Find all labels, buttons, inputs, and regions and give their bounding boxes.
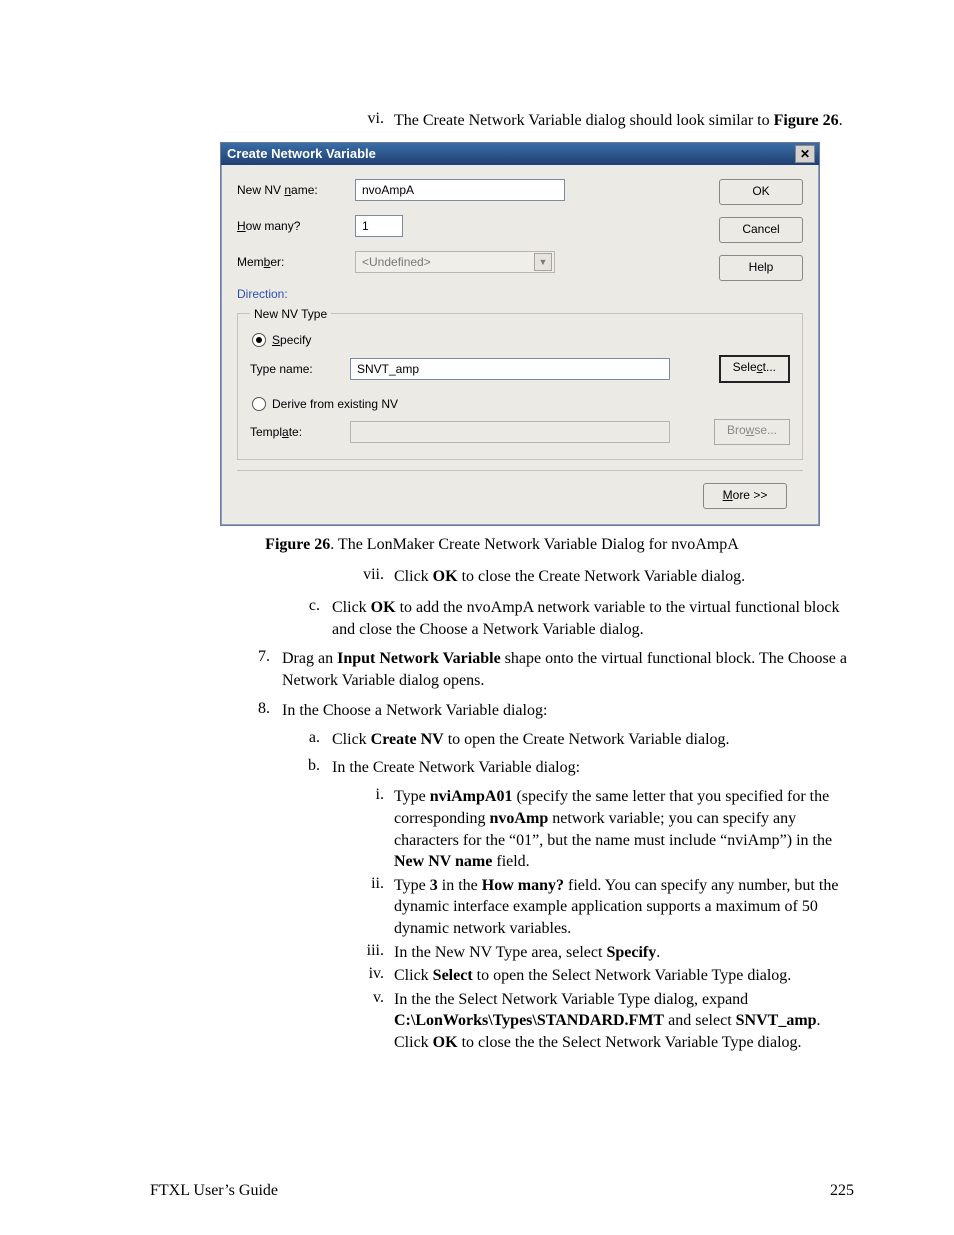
how-many-input[interactable] [355, 215, 403, 237]
create-nv-dialog: Create Network Variable ✕ OK Cancel Help… [220, 142, 820, 526]
figure-caption: Figure 26. The LonMaker Create Network V… [150, 536, 854, 554]
label-type-name: Type name: [250, 362, 350, 376]
new-nv-type-group: New NV Type Specify Type name: Select...… [237, 307, 803, 460]
body-text: In the Create Network Variable dialog: [332, 757, 854, 779]
roman-marker: iv. [350, 965, 384, 987]
body-text: Click OK to add the nvoAmpA network vari… [332, 597, 854, 640]
body-text: Type 3 in the How many? field. You can s… [394, 875, 854, 940]
roman-marker: vi. [350, 110, 384, 132]
cancel-button[interactable]: Cancel [719, 217, 803, 243]
label-direction: Direction: [237, 287, 355, 301]
roman-marker: i. [350, 786, 384, 872]
roman-marker: vii. [350, 566, 384, 588]
help-button[interactable]: Help [719, 255, 803, 281]
group-legend: New NV Type [250, 307, 331, 321]
member-select[interactable]: <Undefined> ▼ [355, 251, 555, 273]
template-input [350, 421, 670, 443]
roman-marker: ii. [350, 875, 384, 940]
alpha-marker: b. [300, 757, 320, 779]
new-nv-name-input[interactable] [355, 179, 565, 201]
roman-marker: v. [350, 989, 384, 1054]
radio-icon [252, 397, 266, 411]
body-text: In the the Select Network Variable Type … [394, 989, 854, 1054]
radio-derive[interactable]: Derive from existing NV [252, 397, 790, 411]
body-text: In the Choose a Network Variable dialog: [282, 700, 854, 722]
chevron-down-icon: ▼ [534, 253, 552, 271]
dialog-title: Create Network Variable [227, 146, 376, 161]
roman-marker: iii. [350, 942, 384, 964]
body-text: Click Create NV to open the Create Netwo… [332, 729, 854, 751]
alpha-marker: c. [300, 597, 320, 640]
type-name-input[interactable] [350, 358, 670, 380]
dialog-titlebar: Create Network Variable ✕ [221, 143, 819, 165]
label-member: Member: [237, 255, 355, 269]
browse-button: Browse... [714, 419, 790, 445]
body-text: Click OK to close the Create Network Var… [394, 566, 854, 588]
footer-title: FTXL User’s Guide [150, 1182, 278, 1200]
body-text: In the New NV Type area, select Specify. [394, 942, 854, 964]
radio-specify[interactable]: Specify [252, 333, 790, 347]
intro-text: The Create Network Variable dialog shoul… [394, 110, 854, 132]
num-marker: 7. [250, 648, 270, 691]
label-how-many: How many? [237, 219, 355, 233]
label-template: Template: [250, 425, 350, 439]
alpha-marker: a. [300, 729, 320, 751]
close-icon[interactable]: ✕ [795, 145, 815, 163]
select-button[interactable]: Select... [719, 355, 790, 383]
body-text: Type nviAmpA01 (specify the same letter … [394, 786, 854, 872]
more-button[interactable]: More >> [703, 483, 787, 509]
ok-button[interactable]: OK [719, 179, 803, 205]
radio-icon [252, 333, 266, 347]
body-text: Click Select to open the Select Network … [394, 965, 854, 987]
num-marker: 8. [250, 700, 270, 722]
label-new-nv-name: New NV name: [237, 183, 355, 197]
footer-page: 225 [830, 1182, 854, 1200]
body-text: Drag an Input Network Variable shape ont… [282, 648, 854, 691]
